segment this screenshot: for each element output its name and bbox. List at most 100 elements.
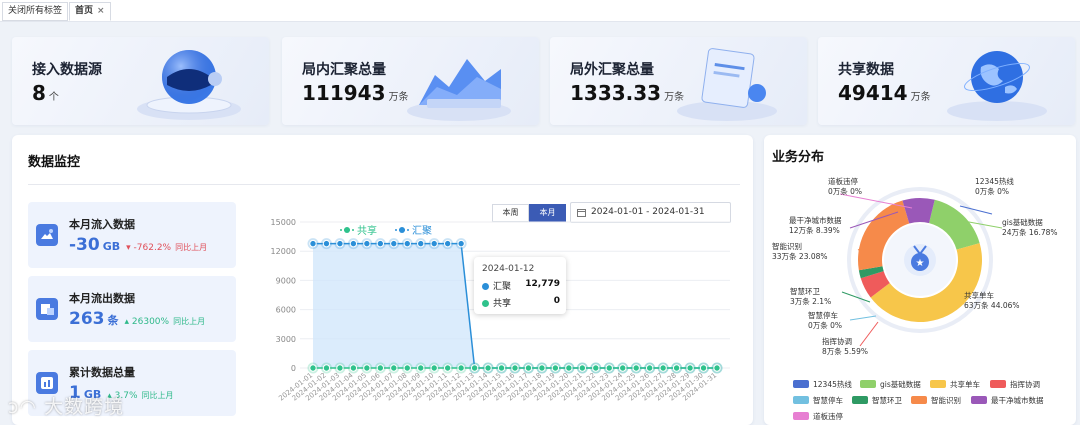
- slice-value-label: 0万条 0%: [828, 187, 863, 196]
- document-illustration-icon: [677, 48, 777, 121]
- data-point: [376, 239, 385, 248]
- tooltip-date: 2024-01-12: [482, 264, 535, 274]
- legend-swatch: [860, 380, 876, 388]
- compare-text: 同比上月: [173, 317, 206, 326]
- legend-label: 共享: [357, 224, 377, 237]
- tooltip-series-value: 12,779: [525, 279, 560, 289]
- slice-value-label: 3万条 2.1%: [790, 297, 832, 306]
- series-dot: [482, 283, 489, 290]
- legend-swatch: [793, 380, 809, 388]
- legend-label: 智慧停车: [813, 396, 843, 405]
- watermark-text: 大数跨境: [44, 396, 125, 418]
- monitor-title: 数据监控: [28, 155, 81, 170]
- cloud-upload-icon: [36, 224, 58, 246]
- data-point: [349, 239, 358, 248]
- legend-marker: [344, 227, 350, 233]
- change-text: ▴ 26300%: [124, 317, 170, 327]
- legend-item[interactable]: gis基础数据: [860, 379, 921, 390]
- data-point: [417, 364, 425, 372]
- tooltip-row: 共享 0: [482, 296, 560, 309]
- value-unit: 条: [107, 314, 119, 327]
- legend-label: 汇聚: [412, 224, 432, 237]
- y-tick-label: 6000: [276, 306, 296, 315]
- label-connector: [959, 205, 993, 215]
- stat-number: 111943: [302, 81, 386, 105]
- line-chart[interactable]: 15000120009000600030000共享 汇聚2024-01-01202…: [240, 215, 750, 425]
- legend-item[interactable]: 12345热线: [793, 379, 852, 390]
- y-tick-label: 15000: [271, 218, 296, 227]
- legend-label: 指挥协调: [1010, 380, 1040, 389]
- legend-label: gis基础数据: [880, 380, 921, 389]
- card-value: 263 条 ▴ 26300% 同比上月: [69, 309, 205, 329]
- series-dot: [482, 300, 489, 307]
- legend-item[interactable]: 指挥协调: [990, 379, 1040, 390]
- close-all-tabs-button[interactable]: 关闭所有标签: [2, 2, 69, 21]
- data-point: [713, 364, 721, 372]
- stat-unit: 万条: [910, 92, 931, 103]
- data-point: [430, 239, 438, 248]
- data-point: [363, 239, 371, 248]
- watermark: ↄ◠ 大数跨境: [8, 392, 124, 419]
- legend-swatch: [852, 396, 868, 404]
- data-point: [457, 239, 465, 248]
- label-connector: [859, 321, 879, 347]
- astronaut-helmet-icon: [137, 50, 241, 120]
- stat-number: 49414: [838, 81, 908, 105]
- stat-unit: 个: [48, 92, 59, 103]
- legend-item[interactable]: 智慧停车: [793, 395, 843, 406]
- y-tick-label: 3000: [276, 335, 296, 344]
- legend-item[interactable]: 最干净城市数据: [971, 395, 1044, 406]
- value-number: 263: [69, 309, 105, 329]
- card-title: 本月流入数据: [69, 218, 135, 231]
- card-title: 本月流出数据: [69, 292, 135, 305]
- stat-number: 8: [32, 81, 46, 105]
- close-icon[interactable]: ×: [97, 6, 105, 16]
- monthly-inflow-card: 本月流入数据 -30 GB ▾ -762.2% 同比上月: [28, 202, 236, 268]
- data-point: [524, 364, 533, 372]
- tooltip-series-value: 0: [553, 296, 560, 306]
- stat-card-sources: 接入数据源 8个: [12, 37, 269, 125]
- data-point: [430, 364, 438, 372]
- donut-chart[interactable]: ★: [764, 160, 1076, 370]
- slice-value-label: 33万条 23.08%: [772, 252, 828, 261]
- watermark-logo-icon: ↄ◠: [8, 396, 45, 418]
- legend-swatch: [990, 380, 1006, 388]
- legend-item[interactable]: 共享单车: [930, 379, 980, 390]
- area-chart-illustration-icon: [407, 59, 511, 121]
- tab-home[interactable]: 首页 ×: [69, 2, 111, 21]
- chart-tooltip: 2024-01-12 汇聚 12,779 共享 0: [474, 257, 566, 314]
- data-point: [336, 239, 344, 248]
- divider: [28, 184, 740, 185]
- stat-value: 8个: [32, 81, 59, 105]
- tooltip-series-name: 共享: [493, 299, 512, 309]
- stat-card-external: 局外汇聚总量 1333.33 万条: [550, 37, 807, 125]
- data-point: [592, 364, 600, 372]
- legend-item[interactable]: 道板违停: [793, 411, 843, 422]
- data-point: [484, 364, 492, 372]
- data-point: [578, 364, 587, 372]
- label-connector: [849, 315, 877, 321]
- data-point: [659, 364, 667, 372]
- legend-swatch: [793, 412, 809, 420]
- legend-swatch: [793, 396, 809, 404]
- data-point: [565, 364, 573, 372]
- tab-bar: 关闭所有标签 首页 ×: [0, 0, 1080, 22]
- stat-number: 1333.33: [570, 81, 662, 105]
- compare-text: 同比上月: [175, 243, 208, 252]
- tooltip-row: 汇聚 12,779: [482, 279, 560, 292]
- slice-value-label: 8万条 5.59%: [822, 347, 868, 356]
- legend-item[interactable]: 智慧环卫: [852, 395, 902, 406]
- legend-label: 12345热线: [813, 380, 852, 389]
- legend-item[interactable]: 智能识别: [911, 395, 961, 406]
- data-point: [497, 364, 506, 372]
- slice-value-label: 0万条 0%: [975, 187, 1010, 196]
- stat-title: 接入数据源: [32, 62, 102, 78]
- monthly-outflow-card: 本月流出数据 263 条 ▴ 26300% 同比上月: [28, 276, 236, 342]
- data-point: [551, 364, 560, 372]
- database-icon: [36, 372, 58, 394]
- legend-marker: [399, 227, 405, 233]
- legend-swatch: [911, 396, 927, 404]
- data-point: [417, 239, 425, 248]
- data-point: [322, 364, 331, 372]
- stat-title: 局外汇聚总量: [570, 62, 654, 78]
